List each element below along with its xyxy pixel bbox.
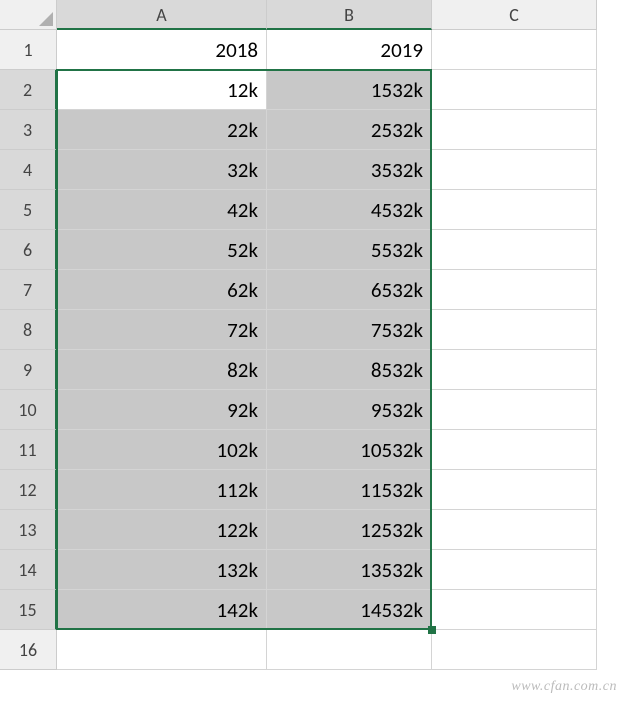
- watermark: www.cfan.com.cn: [511, 679, 617, 695]
- cell-A15[interactable]: 142k: [57, 590, 267, 630]
- cell-A7[interactable]: 62k: [57, 270, 267, 310]
- cell-C13[interactable]: [432, 510, 597, 550]
- cell-A4[interactable]: 32k: [57, 150, 267, 190]
- cell-C10[interactable]: [432, 390, 597, 430]
- spreadsheet-grid[interactable]: ABC120182019212k1532k322k2532k432k3532k5…: [0, 0, 625, 670]
- cell-C1[interactable]: [432, 30, 597, 70]
- cell-C7[interactable]: [432, 270, 597, 310]
- cell-C16[interactable]: [432, 630, 597, 670]
- cell-B3[interactable]: 2532k: [267, 110, 432, 150]
- cell-C2[interactable]: [432, 70, 597, 110]
- cell-C4[interactable]: [432, 150, 597, 190]
- row-header-13[interactable]: 13: [0, 510, 57, 550]
- cell-C3[interactable]: [432, 110, 597, 150]
- cell-C5[interactable]: [432, 190, 597, 230]
- row-header-3[interactable]: 3: [0, 110, 57, 150]
- fill-handle[interactable]: [428, 626, 436, 634]
- row-header-10[interactable]: 10: [0, 390, 57, 430]
- cell-B12[interactable]: 11532k: [267, 470, 432, 510]
- row-header-8[interactable]: 8: [0, 310, 57, 350]
- cell-A11[interactable]: 102k: [57, 430, 267, 470]
- cell-B14[interactable]: 13532k: [267, 550, 432, 590]
- cell-A1[interactable]: 2018: [57, 30, 267, 70]
- row-header-9[interactable]: 9: [0, 350, 57, 390]
- row-header-16[interactable]: 16: [0, 630, 57, 670]
- cell-B15[interactable]: 14532k: [267, 590, 432, 630]
- cell-B8[interactable]: 7532k: [267, 310, 432, 350]
- cell-B9[interactable]: 8532k: [267, 350, 432, 390]
- cell-B13[interactable]: 12532k: [267, 510, 432, 550]
- cell-A12[interactable]: 112k: [57, 470, 267, 510]
- cell-B4[interactable]: 3532k: [267, 150, 432, 190]
- row-header-5[interactable]: 5: [0, 190, 57, 230]
- cell-C9[interactable]: [432, 350, 597, 390]
- column-header-B[interactable]: B: [267, 0, 432, 30]
- cell-C14[interactable]: [432, 550, 597, 590]
- row-header-11[interactable]: 11: [0, 430, 57, 470]
- cell-A14[interactable]: 132k: [57, 550, 267, 590]
- column-header-A[interactable]: A: [57, 0, 267, 30]
- row-header-4[interactable]: 4: [0, 150, 57, 190]
- cell-C12[interactable]: [432, 470, 597, 510]
- row-header-7[interactable]: 7: [0, 270, 57, 310]
- cell-C6[interactable]: [432, 230, 597, 270]
- select-all-corner[interactable]: [0, 0, 57, 30]
- row-header-14[interactable]: 14: [0, 550, 57, 590]
- cell-A10[interactable]: 92k: [57, 390, 267, 430]
- cell-A8[interactable]: 72k: [57, 310, 267, 350]
- row-header-2[interactable]: 2: [0, 70, 57, 110]
- row-header-15[interactable]: 15: [0, 590, 57, 630]
- cell-A16[interactable]: [57, 630, 267, 670]
- cell-B5[interactable]: 4532k: [267, 190, 432, 230]
- column-header-C[interactable]: C: [432, 0, 597, 30]
- cell-B1[interactable]: 2019: [267, 30, 432, 70]
- cell-B2[interactable]: 1532k: [267, 70, 432, 110]
- row-header-12[interactable]: 12: [0, 470, 57, 510]
- row-header-1[interactable]: 1: [0, 30, 57, 70]
- cell-A6[interactable]: 52k: [57, 230, 267, 270]
- cell-B10[interactable]: 9532k: [267, 390, 432, 430]
- cell-A13[interactable]: 122k: [57, 510, 267, 550]
- cell-B7[interactable]: 6532k: [267, 270, 432, 310]
- cell-B6[interactable]: 5532k: [267, 230, 432, 270]
- cell-A3[interactable]: 22k: [57, 110, 267, 150]
- cell-A5[interactable]: 42k: [57, 190, 267, 230]
- row-header-6[interactable]: 6: [0, 230, 57, 270]
- cell-A2[interactable]: 12k: [57, 70, 267, 110]
- cell-C8[interactable]: [432, 310, 597, 350]
- cell-C11[interactable]: [432, 430, 597, 470]
- cell-B11[interactable]: 10532k: [267, 430, 432, 470]
- cell-B16[interactable]: [267, 630, 432, 670]
- cell-C15[interactable]: [432, 590, 597, 630]
- cell-A9[interactable]: 82k: [57, 350, 267, 390]
